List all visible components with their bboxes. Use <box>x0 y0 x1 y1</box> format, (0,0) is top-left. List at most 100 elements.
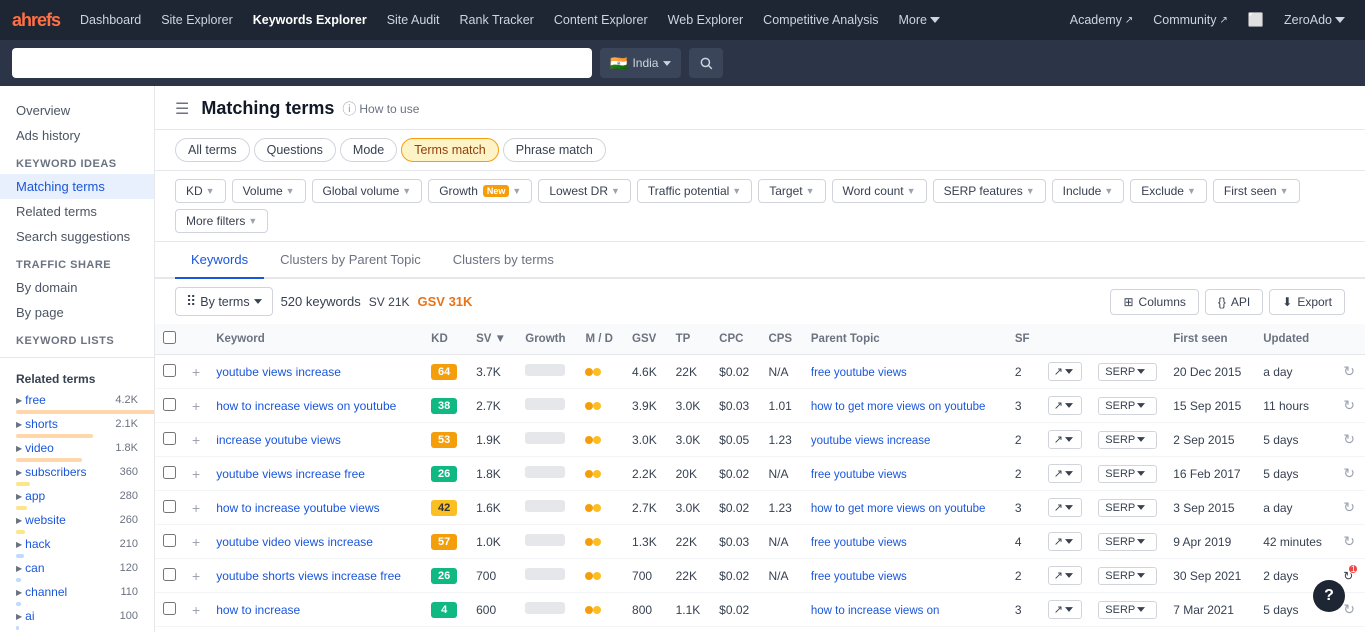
graph-button[interactable]: ↗ <box>1048 498 1083 517</box>
filter-kd[interactable]: KD ▼ <box>175 179 226 203</box>
refresh-icon-red[interactable]: ↻1 <box>1343 569 1353 583</box>
api-button[interactable]: {}API <box>1205 289 1263 315</box>
serp-button[interactable]: SERP <box>1098 465 1157 483</box>
row-checkbox[interactable] <box>163 602 176 615</box>
nav-site-explorer[interactable]: Site Explorer <box>153 9 241 31</box>
sidebar-kw-item[interactable]: ▶ai 100 <box>0 606 154 626</box>
nav-rank-tracker[interactable]: Rank Tracker <box>452 9 542 31</box>
serp-button[interactable]: SERP <box>1098 601 1157 619</box>
tab-questions[interactable]: Questions <box>254 138 336 162</box>
graph-button[interactable]: ↗ <box>1048 464 1083 483</box>
export-button[interactable]: ⬇Export <box>1269 289 1345 315</box>
serp-button[interactable]: SERP <box>1098 533 1157 551</box>
sidebar-item-by-page[interactable]: By page <box>0 300 154 325</box>
refresh-icon[interactable]: ↻ <box>1343 363 1355 379</box>
nav-community[interactable]: Community ↗ <box>1145 9 1236 31</box>
nav-web-explorer[interactable]: Web Explorer <box>660 9 752 31</box>
sidebar-kw-item[interactable]: ▶channel 110 <box>0 582 154 602</box>
nav-more[interactable]: More <box>891 9 948 31</box>
graph-button[interactable]: ↗ <box>1048 532 1083 551</box>
add-keyword-icon[interactable]: + <box>192 568 200 584</box>
nav-dashboard[interactable]: Dashboard <box>72 9 149 31</box>
add-keyword-icon[interactable]: + <box>192 602 200 618</box>
keyword-link[interactable]: youtube video views increase <box>216 535 373 549</box>
parent-topic-link[interactable]: youtube views increase <box>811 435 931 447</box>
columns-button[interactable]: ⊞Columns <box>1110 289 1198 315</box>
parent-topic-link[interactable]: free youtube views <box>811 537 907 549</box>
parent-topic-link[interactable]: how to get more views on youtube <box>811 401 986 413</box>
refresh-icon[interactable]: ↻ <box>1343 533 1355 549</box>
row-checkbox[interactable] <box>163 466 176 479</box>
sidebar-kw-item[interactable]: ▶app 280 <box>0 486 154 506</box>
help-button[interactable]: ? <box>1313 580 1345 612</box>
row-checkbox[interactable] <box>163 500 176 513</box>
refresh-icon[interactable]: ↻ <box>1343 601 1355 617</box>
sidebar-item-search-suggestions[interactable]: Search suggestions <box>0 224 154 249</box>
sidebar-item-by-domain[interactable]: By domain <box>0 275 154 300</box>
parent-topic-link[interactable]: how to get more views on youtube <box>811 503 986 515</box>
refresh-icon[interactable]: ↻ <box>1343 397 1355 413</box>
sidebar-item-related-terms[interactable]: Related terms <box>0 199 154 224</box>
filter-exclude[interactable]: Exclude ▼ <box>1130 179 1207 203</box>
row-checkbox[interactable] <box>163 534 176 547</box>
graph-button[interactable]: ↗ <box>1048 566 1083 585</box>
serp-button[interactable]: SERP <box>1098 567 1157 585</box>
graph-button[interactable]: ↗ <box>1048 396 1083 415</box>
serp-button[interactable]: SERP <box>1098 363 1157 381</box>
ahrefs-logo[interactable]: ahrefs <box>12 10 60 31</box>
row-checkbox[interactable] <box>163 364 176 377</box>
nav-content-explorer[interactable]: Content Explorer <box>546 9 656 31</box>
refresh-icon[interactable]: ↻ <box>1343 431 1355 447</box>
add-keyword-icon[interactable]: + <box>192 398 200 414</box>
graph-button[interactable]: ↗ <box>1048 600 1083 619</box>
sidebar-kw-item[interactable]: ▶free 4.2K <box>0 390 154 410</box>
sidebar-item-overview[interactable]: Overview <box>0 98 154 123</box>
select-all-checkbox[interactable] <box>163 331 176 344</box>
filter-growth[interactable]: Growth New ▼ <box>428 179 532 203</box>
serp-button[interactable]: SERP <box>1098 397 1157 415</box>
keyword-link[interactable]: how to increase <box>216 603 300 617</box>
sidebar-item-matching-terms[interactable]: Matching terms <box>0 174 154 199</box>
serp-button[interactable]: SERP <box>1098 431 1157 449</box>
add-keyword-icon[interactable]: + <box>192 466 200 482</box>
sidebar-kw-item[interactable]: ▶hack 210 <box>0 534 154 554</box>
filter-lowest-dr[interactable]: Lowest DR ▼ <box>538 179 631 203</box>
nav-site-audit[interactable]: Site Audit <box>379 9 448 31</box>
nav-monitor-icon[interactable]: ⬜ <box>1240 8 1272 32</box>
filter-first-seen[interactable]: First seen ▼ <box>1213 179 1300 203</box>
keyword-link[interactable]: increase youtube views <box>216 433 341 447</box>
add-keyword-icon[interactable]: + <box>192 534 200 550</box>
sidebar-kw-item[interactable]: ▶website 260 <box>0 510 154 530</box>
filter-include[interactable]: Include ▼ <box>1052 179 1125 203</box>
filter-target[interactable]: Target ▼ <box>758 179 825 203</box>
tab-mode[interactable]: Mode <box>340 138 397 162</box>
add-keyword-icon[interactable]: + <box>192 432 200 448</box>
sub-nav-clusters-by-terms[interactable]: Clusters by terms <box>437 242 570 279</box>
how-to-use-link[interactable]: ⓘ How to use <box>342 99 419 119</box>
filter-serp-features[interactable]: SERP features ▼ <box>933 179 1046 203</box>
add-keyword-icon[interactable]: + <box>192 500 200 516</box>
country-selector[interactable]: 🇮🇳 India <box>600 48 681 78</box>
keyword-link[interactable]: youtube views increase free <box>216 467 365 481</box>
sidebar-kw-item[interactable]: ▶can 120 <box>0 558 154 578</box>
row-checkbox[interactable] <box>163 568 176 581</box>
search-button[interactable] <box>689 48 723 78</box>
tab-terms-match[interactable]: Terms match <box>401 138 499 162</box>
serp-button[interactable]: SERP <box>1098 499 1157 517</box>
filter-word-count[interactable]: Word count ▼ <box>832 179 927 203</box>
tab-phrase-match[interactable]: Phrase match <box>503 138 606 162</box>
add-keyword-icon[interactable]: + <box>192 364 200 380</box>
filter-volume[interactable]: Volume ▼ <box>232 179 306 203</box>
graph-button[interactable]: ↗ <box>1048 430 1083 449</box>
filter-traffic-potential[interactable]: Traffic potential ▼ <box>637 179 752 203</box>
filter-more-filters[interactable]: More filters ▼ <box>175 209 268 233</box>
hamburger-icon[interactable]: ☰ <box>175 99 189 119</box>
sidebar-kw-item[interactable]: ▶shorts 2.1K <box>0 414 154 434</box>
sub-nav-keywords[interactable]: Keywords <box>175 242 264 279</box>
keyword-link[interactable]: youtube shorts views increase free <box>216 569 401 583</box>
keyword-link[interactable]: how to increase youtube views <box>216 501 379 515</box>
parent-topic-link[interactable]: free youtube views <box>811 367 907 379</box>
tab-all-terms[interactable]: All terms <box>175 138 250 162</box>
sub-nav-clusters-by-parent-topic[interactable]: Clusters by Parent Topic <box>264 242 437 279</box>
refresh-icon[interactable]: ↻ <box>1343 465 1355 481</box>
